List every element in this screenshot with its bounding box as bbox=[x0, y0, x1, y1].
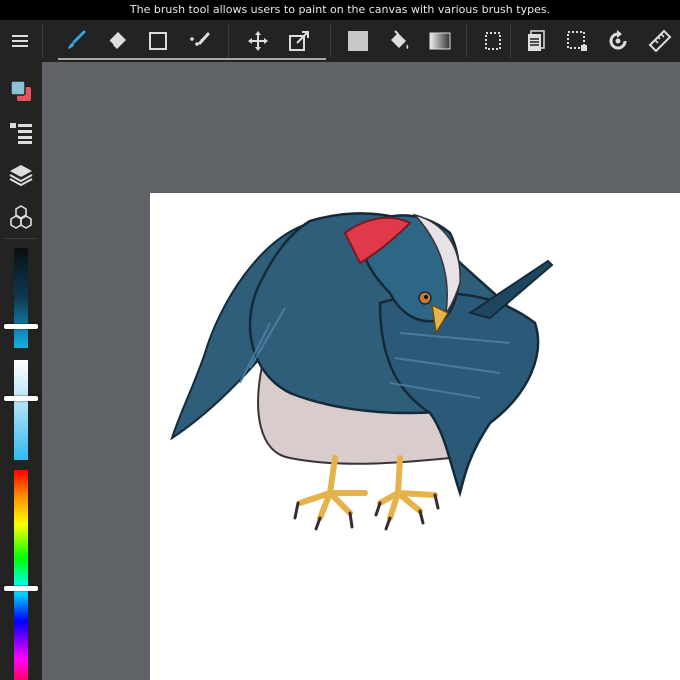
left-sidebar bbox=[0, 62, 42, 680]
list-icon bbox=[10, 123, 32, 144]
toolbar-separator bbox=[510, 24, 511, 58]
layers-icon bbox=[9, 165, 33, 187]
toolbar-separator bbox=[228, 24, 229, 58]
eraser-icon bbox=[108, 32, 126, 49]
paint-bucket-icon bbox=[391, 30, 409, 49]
brush-size-slider[interactable] bbox=[4, 248, 38, 348]
color-swatch-button[interactable] bbox=[0, 70, 42, 112]
materials-button[interactable] bbox=[0, 196, 42, 238]
dot-tool-button[interactable] bbox=[179, 20, 219, 62]
pages-button[interactable] bbox=[516, 20, 556, 62]
shape-tool-button[interactable] bbox=[138, 20, 178, 62]
transform-tool-button[interactable] bbox=[279, 20, 319, 62]
rotate-icon bbox=[609, 30, 627, 50]
toolbar-separator bbox=[466, 24, 467, 58]
toolbar-separator bbox=[42, 24, 43, 58]
pages-icon bbox=[528, 30, 545, 51]
brush-size-slider-knob[interactable] bbox=[4, 324, 38, 329]
hue-slider[interactable] bbox=[4, 470, 38, 680]
fill-color-button[interactable] bbox=[338, 20, 378, 62]
move-arrows-icon bbox=[248, 31, 268, 51]
selection-rect-icon bbox=[485, 32, 501, 50]
layers-button[interactable] bbox=[0, 154, 42, 196]
ruler-button[interactable] bbox=[640, 20, 680, 62]
bird-illustration bbox=[170, 212, 554, 531]
hamburger-menu-icon bbox=[12, 35, 28, 47]
gradient-icon bbox=[429, 32, 451, 50]
color-swatch-icon bbox=[10, 80, 31, 101]
top-toolbar bbox=[0, 20, 680, 63]
sidebar-separator bbox=[4, 238, 38, 239]
brush-list-button[interactable] bbox=[0, 112, 42, 154]
tooltip: The brush tool allows users to paint on … bbox=[0, 0, 680, 20]
move-tool-button[interactable] bbox=[238, 20, 278, 62]
gradient-tool-button[interactable] bbox=[420, 20, 460, 62]
transform-icon bbox=[289, 31, 309, 51]
drawing-canvas[interactable] bbox=[150, 193, 680, 680]
select-rect-button[interactable] bbox=[474, 20, 514, 62]
hue-slider-knob[interactable] bbox=[4, 585, 38, 591]
ruler-icon bbox=[648, 29, 672, 53]
dot-brush-icon bbox=[190, 32, 210, 46]
square-icon bbox=[149, 32, 167, 50]
opacity-slider-knob[interactable] bbox=[4, 396, 38, 401]
eraser-tool-button[interactable] bbox=[97, 20, 137, 62]
cubes-icon bbox=[10, 205, 32, 229]
opacity-slider[interactable] bbox=[4, 360, 38, 460]
selection-icon bbox=[567, 31, 587, 51]
select-lasso-button[interactable] bbox=[557, 20, 597, 62]
rotate-button[interactable] bbox=[598, 20, 638, 62]
bucket-tool-button[interactable] bbox=[379, 20, 419, 62]
bird-right-foot bbox=[377, 455, 438, 521]
menu-button[interactable] bbox=[0, 20, 40, 62]
brush-icon bbox=[68, 30, 86, 49]
fill-color-square-icon bbox=[348, 31, 368, 51]
workspace bbox=[42, 62, 680, 680]
bird-left-foot bbox=[297, 455, 368, 521]
bird-pupil bbox=[424, 295, 428, 299]
toolbar-separator bbox=[330, 24, 331, 58]
brush-tool-button[interactable] bbox=[56, 20, 96, 62]
